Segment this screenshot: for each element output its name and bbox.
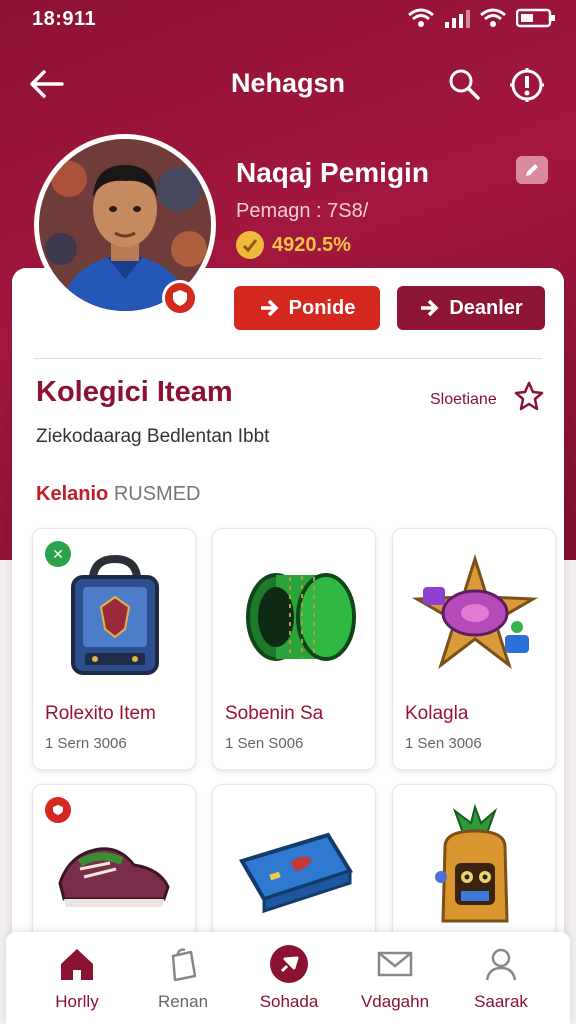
nav-profile[interactable]: Saarak [446, 944, 556, 1020]
mail-icon [375, 944, 415, 984]
sneakers-icon [33, 803, 197, 953]
send-icon [260, 299, 279, 317]
item-card[interactable]: ✕ Rolexito Item 1 Sern 3006 [32, 528, 196, 770]
send-icon [421, 299, 439, 317]
page-title: Nehagsn [230, 68, 346, 98]
alert-icon[interactable] [508, 66, 546, 104]
item-meta: 1 Sern 3006 [45, 735, 127, 752]
gem-emblem-icon [393, 547, 557, 697]
ponide-button-label: Ponide [288, 296, 356, 319]
item-name: Sobenin Sa [225, 703, 324, 724]
bag-icon [163, 944, 203, 984]
sub-heading: Kelanio RUSMED [36, 483, 200, 506]
nav-pin[interactable]: Sohada [234, 944, 344, 1020]
nav-home[interactable]: Horlly [22, 944, 132, 1020]
home-icon [57, 944, 97, 984]
status-time: 18:911 [32, 8, 97, 30]
item-name: Rolexito Item [45, 703, 156, 724]
star-icon[interactable] [513, 380, 545, 412]
search-icon[interactable] [446, 66, 482, 102]
divider [34, 358, 542, 359]
deanler-button-label: Deanler [449, 296, 523, 319]
signal-icon [445, 10, 470, 28]
nav-pin-label: Sohada [259, 992, 319, 1011]
item-name: Kolagla [405, 703, 469, 724]
coin-value: 4920.5% [272, 233, 351, 256]
see-all-link[interactable]: Sloetiane [430, 391, 497, 409]
status-icons [408, 8, 556, 28]
green-ring-icon [213, 547, 377, 697]
wifi-icon [480, 8, 506, 27]
content-card: Ponide Deanler Kolegici Iteam Sloetiane … [12, 268, 564, 1024]
item-meta: 1 Sen S006 [225, 735, 304, 752]
nav-mail-label: Vdagahn [360, 992, 430, 1011]
profile-icon [481, 944, 521, 984]
nav-home-label: Horlly [55, 992, 99, 1011]
nav-profile-label: Saarak [474, 992, 528, 1011]
wifi-icon [408, 8, 434, 27]
shield-icon [162, 280, 198, 316]
nav-bag-label: Renan [157, 992, 209, 1011]
profile-name: Naqaj Pemigin [236, 157, 429, 188]
edit-icon[interactable] [516, 156, 548, 184]
nav-bag[interactable]: Renan [128, 944, 238, 1020]
item-card[interactable]: Kolagla 1 Sen 3006 [392, 528, 556, 770]
pin-icon [269, 944, 309, 984]
status-bar: 18:911 [0, 0, 576, 40]
coin-icon [236, 231, 264, 259]
item-card[interactable]: Sobenin Sa 1 Sen S006 [212, 528, 376, 770]
pineapple-character-icon [393, 803, 557, 953]
section-title: Kolegici Iteam [36, 376, 233, 408]
item-meta: 1 Sen 3006 [405, 735, 482, 752]
avatar[interactable] [34, 134, 216, 316]
profile-subtitle: Pemagn : 7S8/ [236, 200, 369, 222]
app-bar: Nehagsn [0, 56, 576, 112]
ponide-button[interactable]: Ponide [234, 286, 380, 330]
backpack-icon [33, 547, 197, 697]
blue-case-icon [213, 803, 377, 953]
coin-balance: 4920.5% [236, 231, 351, 259]
sub-heading-rest: RUSMED [113, 483, 201, 505]
nav-mail[interactable]: Vdagahn [340, 944, 450, 1020]
battery-icon [516, 8, 555, 28]
bottom-navigation: Horlly Renan Sohada Vdagahn Saarak [6, 932, 570, 1024]
sub-heading-accent: Kelanio [36, 483, 109, 505]
section-description: Ziekodaarag Bedlentan Ibbt [36, 426, 270, 447]
deanler-button[interactable]: Deanler [397, 286, 545, 330]
